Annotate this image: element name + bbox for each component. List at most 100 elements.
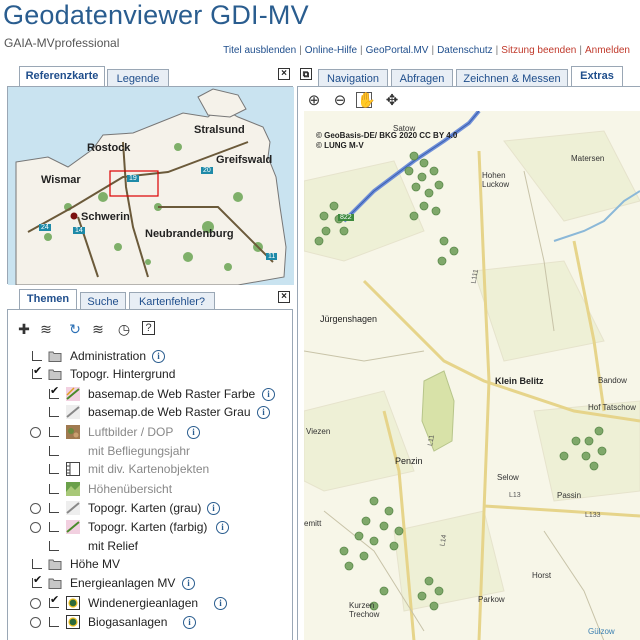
layer-checkbox[interactable] [49,427,59,437]
overview-panel: Stralsund Rostock Greifswald Wismar Schw… [7,86,294,285]
link-titel-ausblenden[interactable]: Titel ausblenden [223,45,296,56]
overview-close-button[interactable]: × [278,68,290,80]
road-shield: 20 [201,167,213,174]
road-shield: 14 [73,227,85,234]
layer-checkbox[interactable] [32,367,42,379]
layer-label: Höhe MV [70,557,121,571]
map-maximize-button[interactable]: ⧉ [300,68,312,80]
info-icon[interactable]: i [183,616,196,629]
layers-stack-icon[interactable]: ≋ [90,321,106,337]
map-copyright: © GeoBasis-DE/ BKG 2020 CC BY 4.0 [316,131,458,140]
layers-panel: ✚ ≋ ↻ ≋ ◷ ? Administration i Topogr. Hin… [7,309,293,640]
grid-icon [66,462,80,476]
map-road-shield: 822 [338,214,354,221]
layer-checkbox[interactable] [49,617,59,627]
info-icon[interactable]: i [214,597,227,610]
map-place-label: Penzin [395,456,423,466]
layer-label: Topogr. Hintergrund [70,367,176,381]
map-panel: ⊕ ⊖ ✋ ✥ © GeoBasis-DE/ BKG 2020 CC BY 4.… [297,86,640,640]
zoom-out-icon[interactable]: ⊖ [332,93,348,109]
link-datenschutz[interactable]: Datenschutz [437,45,493,56]
add-icon[interactable]: ✚ [16,321,32,337]
link-online-hilfe[interactable]: Online-Hilfe [305,45,357,56]
overview-place-label: Greifswald [216,154,273,166]
map-place-label: Matersen [571,154,605,163]
road-shield: 24 [39,224,51,231]
map-place-label: Satow [393,124,416,133]
layer-label: mit div. Kartenobjekten [88,462,210,476]
layer-radio[interactable] [30,598,41,609]
zoom-in-icon[interactable]: ⊕ [306,93,322,109]
link-anmelden[interactable]: Anmelden [585,45,630,56]
layer-checkbox[interactable] [49,503,59,513]
gray-map-icon [66,501,80,515]
layer-label: Topogr. Karten (farbig) [88,520,208,534]
layer-radio[interactable] [30,503,41,514]
map-place-label: Bandow [598,376,627,385]
layer-radio[interactable] [30,617,41,628]
layer-label: mit Relief [88,539,139,553]
layer-checkbox[interactable] [49,407,59,417]
folder-icon [48,559,62,570]
layers-close-button[interactable]: × [278,291,290,303]
road-shield: 19 [127,175,139,182]
layer-checkbox[interactable] [49,484,59,494]
map-place-label: Gülzow [588,627,615,636]
tab-referenzkarte[interactable]: Referenzkarte [19,66,105,87]
overview-place-label: Schwerin [81,211,130,223]
layer-checkbox[interactable] [32,559,42,569]
info-icon[interactable]: i [207,502,220,515]
color-map-icon [66,520,80,534]
map-place-label: Hohen Luckow [482,171,510,189]
clock-icon[interactable]: ◷ [116,321,132,337]
info-icon[interactable]: i [182,577,195,590]
link-geoportal[interactable]: GeoPortal.MV [366,45,429,56]
tab-themen[interactable]: Themen [19,289,77,310]
overview-place-label: Wismar [41,174,81,186]
layer-checkbox[interactable] [49,541,59,551]
map-copyright: © LUNG M-V [316,141,364,150]
move-icon[interactable]: ✥ [384,93,400,109]
layers-icon[interactable]: ≋ [38,321,54,337]
layer-radio[interactable] [30,522,41,533]
layer-checkbox[interactable] [32,351,42,361]
layer-checkbox[interactable] [49,522,59,532]
layer-checkbox[interactable] [49,387,59,399]
color-map-icon [66,387,80,401]
refresh-icon[interactable]: ↻ [67,321,83,337]
layer-checkbox[interactable] [49,596,59,608]
overview-map[interactable] [8,87,294,285]
folder-icon [48,351,62,362]
folder-open-icon [48,369,62,380]
layer-checkbox[interactable] [32,576,42,588]
pan-hand-icon[interactable]: ✋ [356,92,376,109]
elevation-icon [66,482,80,496]
overview-place-label: Neubrandenburg [145,228,234,240]
info-icon[interactable]: i [257,406,270,419]
map-place-label: Klein Belitz [495,376,544,386]
gray-map-icon [66,405,80,419]
info-icon[interactable]: i [187,426,200,439]
help-icon[interactable]: ? [142,321,155,335]
map-place-label: Viezen [306,427,331,436]
info-icon[interactable]: i [152,350,165,363]
layer-checkbox[interactable] [49,446,59,456]
app-subtitle: GAIA-MVprofessional [4,36,120,50]
link-sitzung-beenden[interactable]: Sitzung beenden [501,45,576,56]
info-icon[interactable]: i [262,388,275,401]
layer-label: Administration [70,349,147,363]
overview-place-label: Stralsund [194,124,245,136]
layer-label: basemap.de Web Raster Grau [88,405,251,419]
map-place-label: Kurzen Trechow [349,601,380,619]
layer-label: Topogr. Karten (grau) [88,501,202,515]
layer-radio[interactable] [30,427,41,438]
layer-checkbox[interactable] [49,464,59,474]
tab-extras[interactable]: Extras [571,66,623,87]
map-canvas[interactable] [304,111,640,640]
info-icon[interactable]: i [216,521,229,534]
map-place-label: Parkow [478,595,505,604]
layer-label: basemap.de Web Raster Farbe [88,387,256,401]
layer-label: Biogasanlagen [88,615,168,629]
map-road-label: L13 [509,492,521,499]
layer-label: Energieanlagen MV [70,576,176,590]
